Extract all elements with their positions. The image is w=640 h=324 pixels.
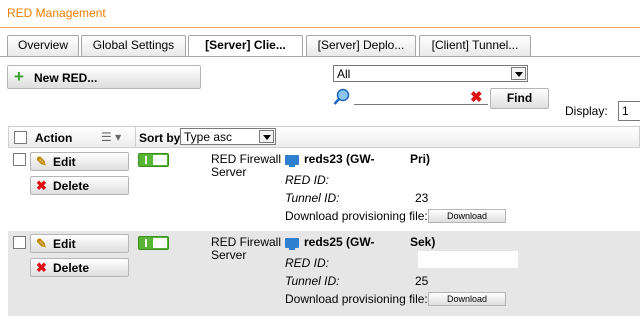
title-bar: RED Management xyxy=(0,0,640,28)
tab-overview[interactable]: Overview xyxy=(7,35,79,56)
delete-label: Delete xyxy=(53,261,90,275)
row-checkbox[interactable] xyxy=(13,236,26,249)
plus-icon: + xyxy=(14,67,24,86)
new-red-label: New RED... xyxy=(34,71,98,85)
delete-label: Delete xyxy=(53,179,90,193)
new-red-button[interactable]: + New RED... xyxy=(7,65,201,89)
red-id-value xyxy=(418,170,518,187)
filter-select-value: All xyxy=(337,67,351,81)
sort-select[interactable]: Type asc xyxy=(180,128,276,145)
table-row: ✎ Edit ✖ Delete RED Firewall Server reds… xyxy=(8,231,640,316)
red-id-value xyxy=(418,251,518,268)
delete-button[interactable]: ✖ Delete xyxy=(30,176,129,195)
redacted-area xyxy=(380,150,410,167)
row-name-suffix: Sek) xyxy=(410,235,436,249)
edit-button[interactable]: ✎ Edit xyxy=(30,152,129,171)
header-separator xyxy=(135,127,136,148)
tunnel-id-value: 23 xyxy=(415,191,429,205)
tunnel-id-label: Tunnel ID: xyxy=(285,191,340,205)
table-row: ✎ Edit ✖ Delete RED Firewall Server reds… xyxy=(8,148,640,230)
download-button[interactable]: Download xyxy=(428,292,506,306)
download-button[interactable]: Download xyxy=(428,209,506,223)
download-label: Download provisioning file: xyxy=(285,292,428,306)
row-name: reds25 (GW- xyxy=(304,235,375,249)
server-icon xyxy=(285,238,299,250)
row-name-suffix: Pri) xyxy=(410,152,431,166)
tunnel-id-label: Tunnel ID: xyxy=(285,274,340,288)
toggle-knob xyxy=(153,155,167,165)
tab-server-clients[interactable]: [Server] Clie... xyxy=(188,35,303,57)
edit-label: Edit xyxy=(53,237,76,251)
find-button[interactable]: Find xyxy=(490,88,549,109)
enable-toggle[interactable] xyxy=(138,153,169,167)
red-id-label: RED ID: xyxy=(285,256,330,270)
toggle-on-mark xyxy=(145,156,147,164)
row-type: RED Firewall Server xyxy=(211,235,282,262)
enable-toggle[interactable] xyxy=(138,236,169,250)
red-id-label: RED ID: xyxy=(285,173,330,187)
tab-bar: Overview Global Settings [Server] Clie..… xyxy=(0,35,640,57)
display-label: Display: xyxy=(565,104,608,118)
row-checkbox[interactable] xyxy=(13,153,26,166)
row-name: reds23 (GW- xyxy=(304,152,375,166)
toggle-knob xyxy=(153,238,167,248)
select-all-checkbox[interactable] xyxy=(14,131,27,144)
delete-button[interactable]: ✖ Delete xyxy=(30,258,129,277)
filter-select[interactable]: All xyxy=(333,65,528,82)
tab-global-settings[interactable]: Global Settings xyxy=(81,35,186,56)
redacted-area xyxy=(380,233,410,250)
tab-baseline xyxy=(0,56,640,57)
sort-by-label: Sort by: xyxy=(139,131,185,145)
tunnel-id-value: 25 xyxy=(415,274,429,288)
magnifier-icon[interactable] xyxy=(333,88,351,106)
edit-icon: ✎ xyxy=(36,154,47,169)
tab-client-tunnel[interactable]: [Client] Tunnel... xyxy=(419,35,531,56)
chevron-down-icon[interactable] xyxy=(511,67,526,80)
row-type: RED Firewall Server xyxy=(211,152,282,179)
sort-select-value: Type asc xyxy=(184,130,233,144)
display-select[interactable]: 1 xyxy=(618,101,640,121)
search-input[interactable] xyxy=(354,91,488,105)
delete-x-icon: ✖ xyxy=(36,260,47,275)
server-icon xyxy=(285,155,299,167)
action-column-header: Action xyxy=(35,131,73,145)
column-menu-icon[interactable]: ☰ ▾ xyxy=(101,130,121,144)
toggle-on-mark xyxy=(145,239,147,247)
title-divider xyxy=(0,27,640,28)
edit-icon: ✎ xyxy=(36,236,47,251)
chevron-down-icon[interactable] xyxy=(259,130,274,143)
table-header: Action ☰ ▾ Sort by: xyxy=(8,126,640,148)
tab-server-deployment[interactable]: [Server] Deplo... xyxy=(306,35,416,56)
edit-button[interactable]: ✎ Edit xyxy=(30,234,129,253)
clear-x-icon[interactable]: ✖ xyxy=(470,90,483,105)
page-title: RED Management xyxy=(7,6,106,20)
delete-x-icon: ✖ xyxy=(36,178,47,193)
edit-label: Edit xyxy=(53,155,76,169)
download-label: Download provisioning file: xyxy=(285,209,428,223)
